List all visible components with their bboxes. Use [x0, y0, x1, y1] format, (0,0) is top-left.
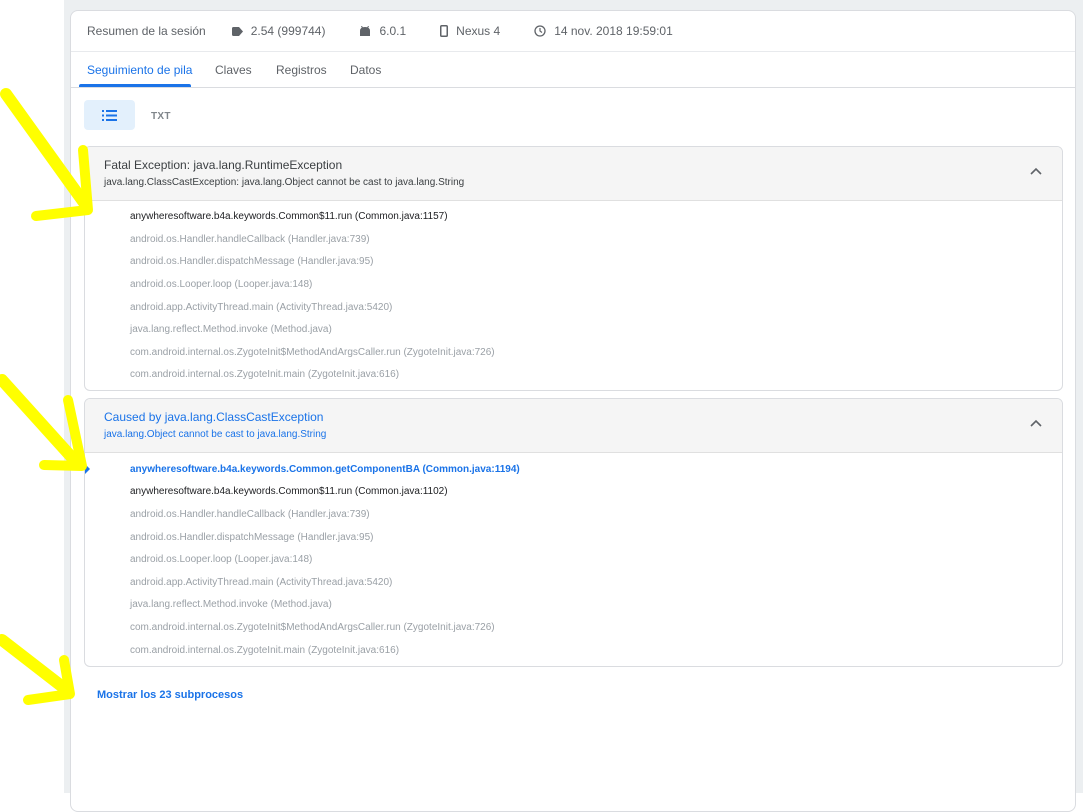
highlight-marker-icon: [85, 463, 90, 475]
exception-panel-fatal: Fatal Exception: java.lang.RuntimeExcept…: [84, 146, 1063, 391]
stack-frame: android.os.Handler.dispatchMessage (Hand…: [130, 256, 374, 267]
show-threads-link[interactable]: Mostrar los 23 subprocesos: [97, 689, 243, 701]
exception-subtitle: java.lang.Object cannot be cast to java.…: [104, 429, 327, 440]
phone-icon: [440, 25, 449, 37]
session-summary-bar: Resumen de la sesión 2.54 (999744) 6.0.1…: [71, 11, 1075, 52]
tag-icon: [231, 26, 243, 36]
tab-logs[interactable]: Registros: [276, 63, 327, 77]
version-text: 2.54 (999744): [250, 24, 326, 38]
stack-frame: android.os.Handler.handleCallback (Handl…: [130, 509, 370, 520]
device-info: Nexus 4: [440, 24, 500, 38]
os-info: 6.0.1: [359, 24, 406, 38]
stack-frame: com.android.internal.os.ZygoteInit$Metho…: [130, 347, 495, 358]
os-version-text: 6.0.1: [379, 24, 407, 38]
stack-frame: com.android.internal.os.ZygoteInit$Metho…: [130, 622, 495, 633]
stack-frame: java.lang.reflect.Method.invoke (Method.…: [130, 599, 332, 610]
exception-header[interactable]: Caused by java.lang.ClassCastException j…: [85, 399, 1062, 453]
clock-icon: [534, 25, 546, 37]
stack-frame: java.lang.reflect.Method.invoke (Method.…: [130, 324, 332, 335]
stack-frame: android.os.Handler.handleCallback (Handl…: [130, 234, 370, 245]
datetime-text: 14 nov. 2018 19:59:01: [554, 24, 673, 38]
session-card: Resumen de la sesión 2.54 (999744) 6.0.1…: [70, 10, 1076, 812]
datetime-info: 14 nov. 2018 19:59:01: [534, 24, 673, 38]
tab-stack-trace[interactable]: Seguimiento de pila: [87, 63, 192, 77]
active-tab-indicator: [79, 84, 191, 87]
stack-frame: com.android.internal.os.ZygoteInit.main …: [130, 369, 400, 380]
summary-label: Resumen de la sesión: [87, 24, 206, 38]
left-margin: [0, 0, 64, 793]
device-text: Nexus 4: [456, 24, 501, 38]
exception-header[interactable]: Fatal Exception: java.lang.RuntimeExcept…: [85, 147, 1062, 201]
exception-subtitle: java.lang.ClassCastException: java.lang.…: [104, 177, 465, 188]
version-info: 2.54 (999744): [231, 24, 326, 38]
exception-title: Fatal Exception: java.lang.RuntimeExcept…: [104, 158, 343, 172]
exception-title: Caused by java.lang.ClassCastException: [104, 410, 324, 424]
stack-frame-highlighted: anywheresoftware.b4a.keywords.Common.get…: [130, 464, 520, 475]
list-view-button[interactable]: [84, 100, 135, 130]
tab-data[interactable]: Datos: [350, 63, 381, 77]
stack-frame: anywheresoftware.b4a.keywords.Common$11.…: [130, 211, 448, 222]
stack-frame: android.app.ActivityThread.main (Activit…: [130, 302, 393, 313]
stack-frame: com.android.internal.os.ZygoteInit.main …: [130, 645, 400, 656]
tab-keys[interactable]: Claves: [215, 63, 252, 77]
chevron-up-icon[interactable]: [1030, 419, 1042, 427]
detail-tabs: Seguimiento de pila Claves Registros Dat…: [71, 51, 1075, 88]
stack-frame: android.os.Looper.loop (Looper.java:148): [130, 554, 313, 565]
stack-frame: android.app.ActivityThread.main (Activit…: [130, 577, 393, 588]
stack-frame: android.os.Looper.loop (Looper.java:148): [130, 279, 313, 290]
list-icon: [102, 109, 117, 121]
android-icon: [360, 26, 371, 36]
txt-view-button[interactable]: TXT: [151, 111, 171, 122]
stack-frame: anywheresoftware.b4a.keywords.Common$11.…: [130, 486, 448, 497]
chevron-up-icon[interactable]: [1030, 167, 1042, 175]
exception-panel-cause: Caused by java.lang.ClassCastException j…: [84, 398, 1063, 667]
stack-frame: android.os.Handler.dispatchMessage (Hand…: [130, 532, 374, 543]
